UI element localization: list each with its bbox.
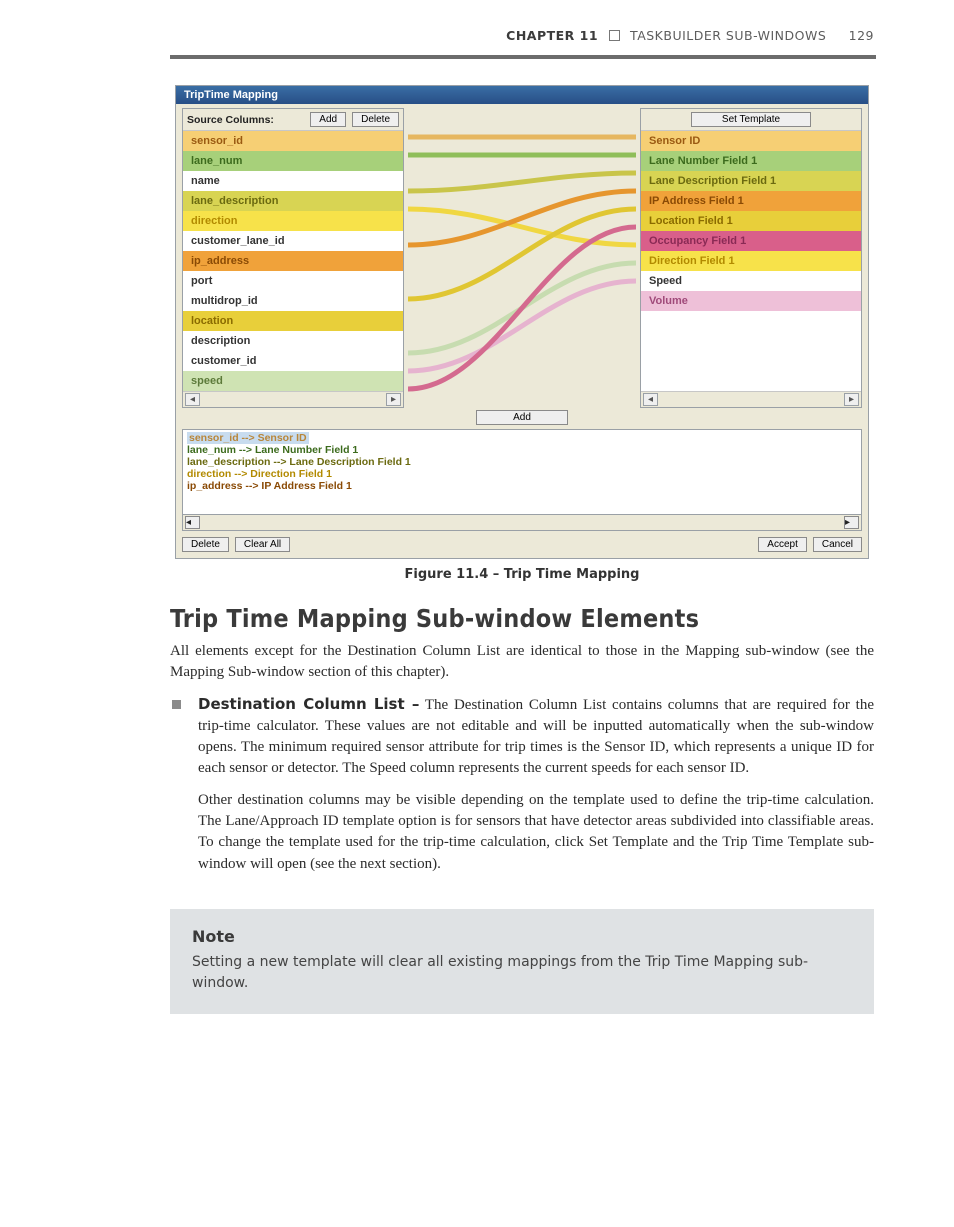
connector-line: [408, 227, 636, 389]
source-item[interactable]: multidrop_id: [183, 291, 403, 311]
dest-item[interactable]: Direction Field 1: [641, 251, 861, 271]
chapter-title: TASKBUILDER SUB-WINDOWS: [630, 28, 826, 43]
source-item[interactable]: speed: [183, 371, 403, 391]
dest-item[interactable]: Sensor ID: [641, 131, 861, 151]
set-template-button[interactable]: Set Template: [691, 112, 811, 127]
header-rule: [170, 55, 876, 59]
dest-item[interactable]: Lane Description Field 1: [641, 171, 861, 191]
section-heading: Trip Time Mapping Sub-window Elements: [170, 604, 874, 633]
dest-item[interactable]: Lane Number Field 1: [641, 151, 861, 171]
clear-all-button[interactable]: Clear All: [235, 537, 290, 552]
dest-item[interactable]: Occupancy Field 1: [641, 231, 861, 251]
delete-source-button[interactable]: Delete: [352, 112, 399, 127]
source-item[interactable]: description: [183, 331, 403, 351]
scroll-right-icon[interactable]: ▸: [844, 393, 859, 406]
connector-line: [408, 263, 636, 353]
mapping-list[interactable]: sensor_id --> Sensor IDlane_num --> Lane…: [182, 429, 862, 515]
dest-item[interactable]: Volume: [641, 291, 861, 311]
delete-mapping-button[interactable]: Delete: [182, 537, 229, 552]
window-titlebar: TripTime Mapping: [176, 86, 868, 104]
destination-columns-panel: Set Template Sensor IDLane Number Field …: [640, 108, 862, 408]
dest-item[interactable]: IP Address Field 1: [641, 191, 861, 211]
source-item[interactable]: sensor_id: [183, 131, 403, 151]
note-body: Setting a new template will clear all ex…: [192, 952, 852, 994]
connector-line: [408, 281, 636, 371]
source-item[interactable]: lane_num: [183, 151, 403, 171]
connector-line: [408, 209, 636, 299]
source-hscrollbar[interactable]: ◂ ▸: [183, 391, 403, 407]
add-source-button[interactable]: Add: [310, 112, 346, 127]
source-item[interactable]: lane_description: [183, 191, 403, 211]
mapping-entry[interactable]: ip_address --> IP Address Field 1: [187, 480, 857, 492]
dest-hscrollbar[interactable]: ◂ ▸: [641, 391, 861, 407]
mapping-entry[interactable]: sensor_id --> Sensor ID: [187, 432, 857, 444]
note-callout: Note Setting a new template will clear a…: [170, 909, 874, 1014]
source-item[interactable]: port: [183, 271, 403, 291]
bullet-body-2: Other destination columns may be visible…: [198, 790, 874, 875]
mapping-entry[interactable]: direction --> Direction Field 1: [187, 468, 857, 480]
connector-line: [408, 173, 636, 191]
page-number: 129: [849, 28, 874, 43]
connector-line: [408, 191, 636, 245]
scroll-right-icon[interactable]: ▸: [386, 393, 401, 406]
source-item[interactable]: location: [183, 311, 403, 331]
running-header: CHAPTER 11 TASKBUILDER SUB-WINDOWS 129: [170, 28, 874, 49]
source-item[interactable]: customer_id: [183, 351, 403, 371]
scroll-left-icon[interactable]: ◂: [185, 516, 200, 529]
connector-area: [408, 108, 636, 408]
add-mapping-button[interactable]: Add: [476, 410, 568, 425]
triptime-window: TripTime Mapping Source Columns: Add Del…: [175, 85, 869, 559]
source-item[interactable]: customer_lane_id: [183, 231, 403, 251]
mapping-entry[interactable]: lane_description --> Lane Description Fi…: [187, 456, 857, 468]
accept-button[interactable]: Accept: [758, 537, 807, 552]
source-columns-panel: Source Columns: Add Delete sensor_idlane…: [182, 108, 404, 408]
dest-item[interactable]: Location Field 1: [641, 211, 861, 231]
figure-screenshot: TripTime Mapping Source Columns: Add Del…: [170, 85, 874, 559]
source-item[interactable]: direction: [183, 211, 403, 231]
source-item[interactable]: name: [183, 171, 403, 191]
bullet-title: Destination Column List –: [198, 695, 419, 713]
section-intro: All elements except for the Destination …: [170, 641, 874, 684]
cancel-button[interactable]: Cancel: [813, 537, 862, 552]
source-columns-label: Source Columns:: [187, 114, 274, 126]
bullet-destination-column-list: Destination Column List – The Destinatio…: [170, 694, 874, 875]
chapter-label: CHAPTER 11: [506, 28, 598, 43]
source-item[interactable]: ip_address: [183, 251, 403, 271]
mapping-hscrollbar[interactable]: ◂ ▸: [182, 515, 862, 531]
dest-item[interactable]: Speed: [641, 271, 861, 291]
scroll-right-icon[interactable]: ▸: [844, 516, 859, 529]
connector-line: [408, 209, 636, 245]
scroll-left-icon[interactable]: ◂: [643, 393, 658, 406]
connector-lines: [408, 128, 636, 406]
chapter-separator-box: [609, 30, 620, 41]
mapping-entry[interactable]: lane_num --> Lane Number Field 1: [187, 444, 857, 456]
figure-caption: Figure 11.4 – Trip Time Mapping: [170, 567, 874, 582]
scroll-left-icon[interactable]: ◂: [185, 393, 200, 406]
note-heading: Note: [192, 927, 852, 946]
